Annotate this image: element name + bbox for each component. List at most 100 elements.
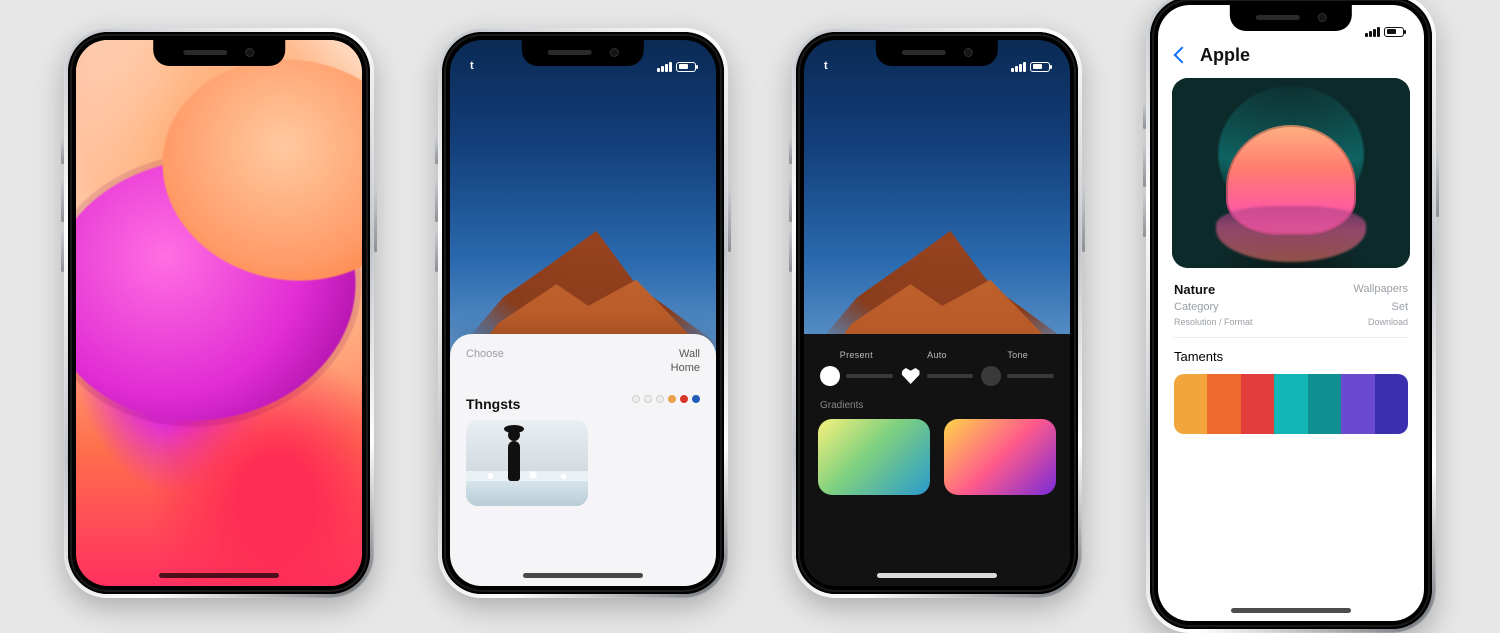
front-camera	[1317, 13, 1326, 22]
section-title: Thngsts	[466, 396, 520, 412]
meta-left: Resolution / Format	[1174, 317, 1253, 327]
volume-up-button	[61, 180, 64, 222]
volume-up-button	[435, 180, 438, 222]
meta-block: Nature Wallpapers Category Set Resolutio…	[1158, 278, 1424, 327]
gradient-swatch-2[interactable]	[944, 419, 1056, 495]
palette-swatch[interactable]	[1308, 374, 1341, 434]
front-camera	[609, 48, 618, 57]
cell-signal-icon	[1365, 27, 1380, 37]
palette-swatch[interactable]	[1241, 374, 1274, 434]
status-icons	[1011, 62, 1050, 72]
battery-icon	[676, 62, 696, 72]
color-dots[interactable]	[632, 395, 700, 403]
home-indicator[interactable]	[159, 573, 279, 578]
phone-screen-2: t Choose Wall . Home Thngsts	[450, 40, 716, 586]
phone-screen-4: . Apple Nature Wallpapers Category	[1158, 5, 1424, 621]
phone-mock-3: t Present Auto Tone	[792, 28, 1082, 598]
palette-section: Taments	[1158, 348, 1424, 434]
mute-switch	[1143, 103, 1146, 129]
front-camera	[963, 48, 972, 57]
volume-up-button	[1143, 145, 1146, 187]
slider-3[interactable]: Tone	[981, 350, 1054, 386]
meta-right[interactable]: Set	[1391, 301, 1408, 313]
sheet-row-2: . Home	[466, 362, 700, 374]
sheet-value: Wall	[679, 348, 700, 360]
home-indicator[interactable]	[523, 573, 643, 578]
volume-down-button	[61, 230, 64, 272]
slider-knob[interactable]	[820, 366, 840, 386]
divider	[1174, 337, 1408, 338]
heart-icon[interactable]	[901, 366, 921, 386]
palette-swatch[interactable]	[1207, 374, 1240, 434]
notch	[1230, 5, 1352, 31]
bottom-sheet: Choose Wall . Home Thngsts	[450, 334, 716, 585]
speaker-grille	[183, 50, 227, 55]
slider-track[interactable]	[1007, 374, 1054, 378]
phone-screen-1	[76, 40, 362, 586]
notch	[522, 40, 644, 66]
slider-2[interactable]: Auto	[901, 350, 974, 386]
volume-down-button	[435, 230, 438, 272]
palette-swatch[interactable]	[1375, 374, 1408, 434]
front-camera	[245, 48, 254, 57]
meta-left: Category	[1174, 301, 1219, 313]
power-button	[1082, 188, 1085, 252]
suggestion-thumbnail[interactable]	[466, 420, 588, 506]
notch	[876, 40, 998, 66]
status-time: t	[824, 60, 828, 72]
speaker-grille	[547, 50, 591, 55]
palette-swatch[interactable]	[1174, 374, 1207, 434]
slider-caption: Auto	[927, 350, 947, 360]
palette-strip[interactable]	[1174, 374, 1408, 434]
editor-panel: Present Auto Tone Gradients	[804, 334, 1070, 585]
wallpaper-abstract-blobs	[76, 40, 362, 586]
mute-switch	[435, 138, 438, 164]
volume-up-button	[789, 180, 792, 222]
hero-image-cave-portal[interactable]	[1172, 78, 1410, 268]
detail-page: Apple Nature Wallpapers Category Set Res…	[1158, 5, 1424, 621]
editor-subheading: Gradients	[820, 400, 1054, 411]
mute-switch	[61, 138, 64, 164]
palette-swatch[interactable]	[1341, 374, 1374, 434]
status-time: t	[470, 60, 474, 72]
phone-mock-4: . Apple Nature Wallpapers Category	[1146, 0, 1436, 633]
slider-1[interactable]: Present	[820, 350, 893, 386]
home-indicator[interactable]	[877, 573, 997, 578]
phone-mock-1	[64, 28, 374, 598]
volume-down-button	[789, 230, 792, 272]
slider-row: Present Auto Tone	[818, 346, 1056, 396]
back-chevron-icon[interactable]	[1172, 46, 1190, 64]
slider-track[interactable]	[927, 374, 974, 378]
notch	[153, 40, 285, 66]
gradient-swatch-1[interactable]	[818, 419, 930, 495]
power-button	[728, 188, 731, 252]
slider-caption: Present	[840, 350, 873, 360]
sheet-row-1: Choose Wall	[466, 348, 700, 360]
status-icons	[1365, 27, 1404, 37]
page-title: Apple	[1200, 45, 1250, 66]
phone-mock-2: t Choose Wall . Home Thngsts	[438, 28, 728, 598]
speaker-grille	[901, 50, 945, 55]
palette-swatch[interactable]	[1274, 374, 1307, 434]
battery-icon	[1030, 62, 1050, 72]
cell-signal-icon	[657, 62, 672, 72]
status-icons	[657, 62, 696, 72]
cell-signal-icon	[1011, 62, 1026, 72]
meta-right[interactable]: Download	[1368, 317, 1408, 327]
meta-left: Nature	[1174, 282, 1215, 297]
slider-track[interactable]	[846, 374, 893, 378]
power-button	[1436, 153, 1439, 217]
home-indicator[interactable]	[1231, 608, 1351, 613]
slider-caption: Tone	[1007, 350, 1028, 360]
phone-screen-3: t Present Auto Tone	[804, 40, 1070, 586]
battery-icon	[1384, 27, 1404, 37]
power-button	[374, 188, 377, 252]
slider-knob[interactable]	[981, 366, 1001, 386]
volume-down-button	[1143, 195, 1146, 237]
gradient-swatches	[818, 419, 1056, 495]
sheet-label: Choose	[466, 348, 504, 360]
speaker-grille	[1255, 15, 1299, 20]
person-silhouette-icon	[500, 423, 528, 481]
meta-right: Wallpapers	[1353, 283, 1408, 295]
section-title: Taments	[1174, 349, 1223, 364]
